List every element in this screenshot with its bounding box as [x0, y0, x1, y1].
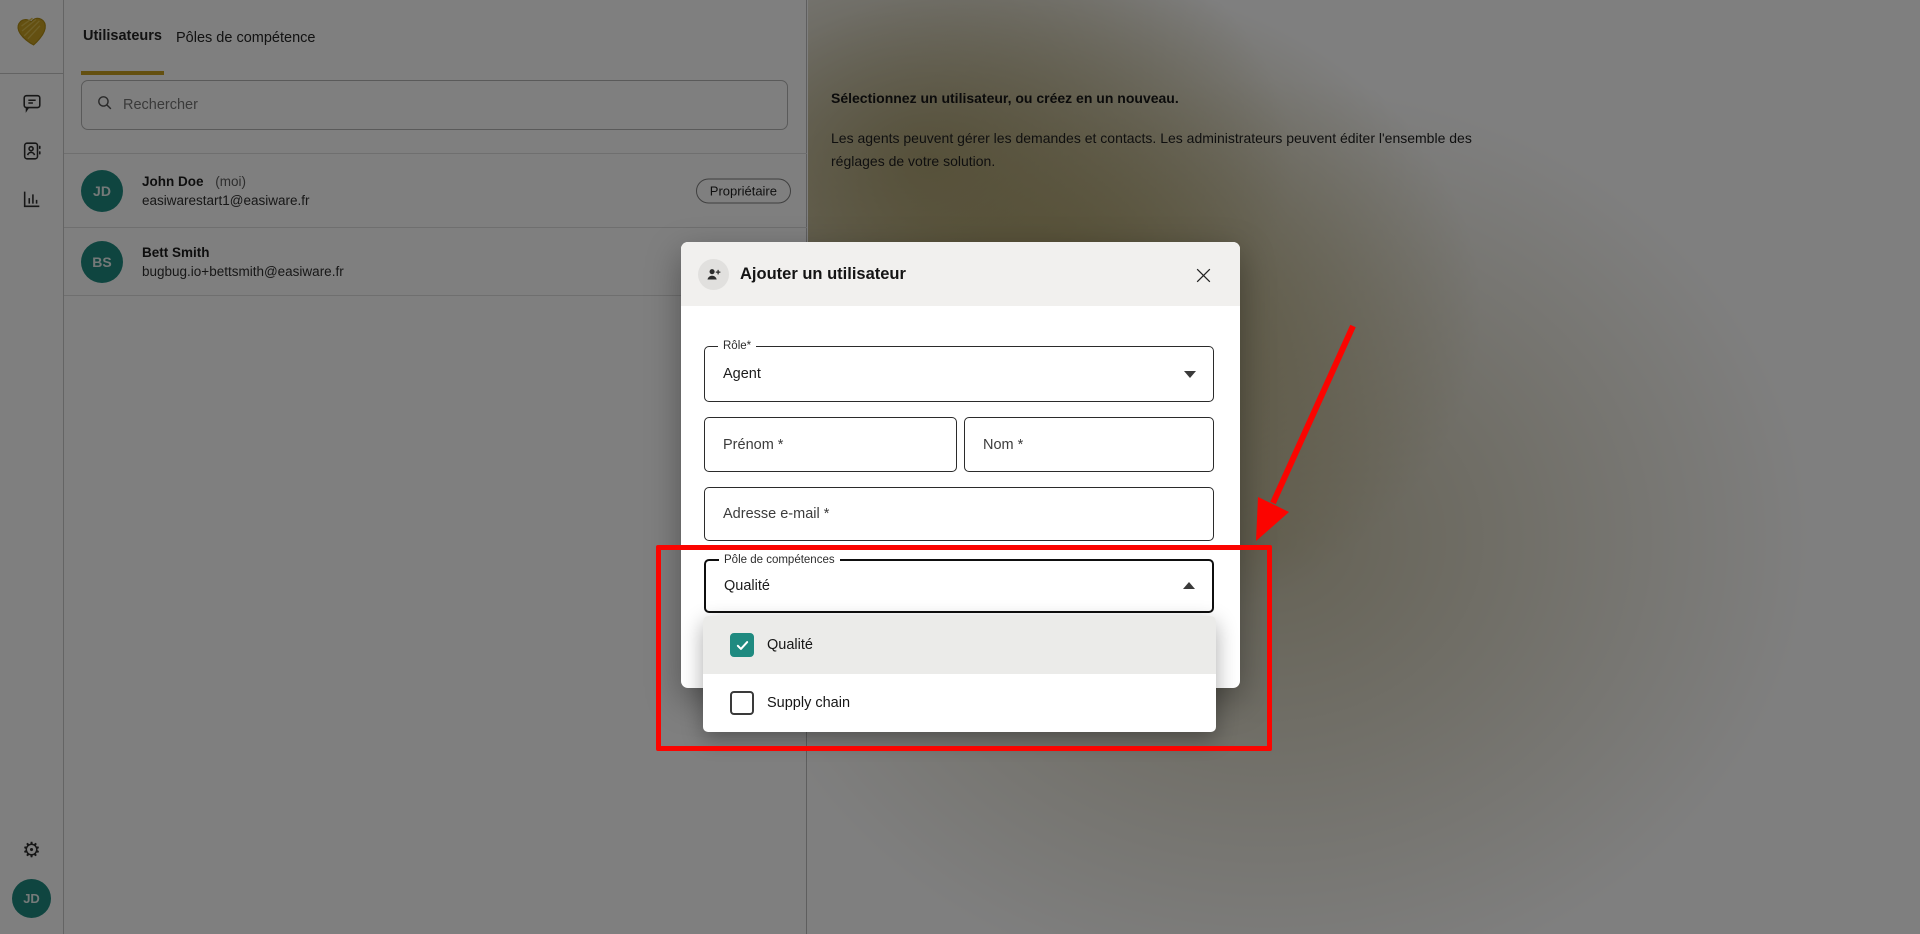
person-add-icon — [698, 259, 729, 290]
pole-label: Pôle de compétences — [719, 553, 840, 568]
chevron-up-icon — [1183, 582, 1195, 589]
lastname-input[interactable]: Nom * — [964, 417, 1214, 472]
menu-option-supply-chain[interactable]: Supply chain — [703, 674, 1216, 732]
menu-option-qualite[interactable]: Qualité — [703, 616, 1216, 674]
modal-header: Ajouter un utilisateur — [681, 242, 1240, 306]
pole-value: Qualité — [724, 578, 770, 594]
option-label: Qualité — [767, 637, 813, 653]
option-label: Supply chain — [767, 695, 850, 711]
checkbox-checked-icon[interactable] — [730, 633, 754, 657]
email-input[interactable]: Adresse e-mail * — [704, 487, 1214, 541]
role-label: Rôle* — [718, 339, 756, 354]
firstname-placeholder: Prénom * — [723, 437, 783, 453]
role-value: Agent — [723, 366, 761, 382]
modal-title: Ajouter un utilisateur — [740, 265, 906, 284]
firstname-input[interactable]: Prénom * — [704, 417, 957, 472]
pole-dropdown-menu: Qualité Supply chain — [703, 616, 1216, 732]
pole-select[interactable]: Pôle de compétences Qualité — [704, 559, 1214, 613]
email-placeholder: Adresse e-mail * — [723, 506, 829, 522]
app-window: ⚙ JD Utilisateurs Pôles de compétence JD — [0, 0, 1920, 934]
checkbox-unchecked-icon[interactable] — [730, 691, 754, 715]
lastname-placeholder: Nom * — [983, 437, 1023, 453]
role-select[interactable]: Rôle* Agent — [704, 346, 1214, 402]
chevron-down-icon — [1184, 371, 1196, 378]
close-icon[interactable] — [1192, 264, 1214, 286]
